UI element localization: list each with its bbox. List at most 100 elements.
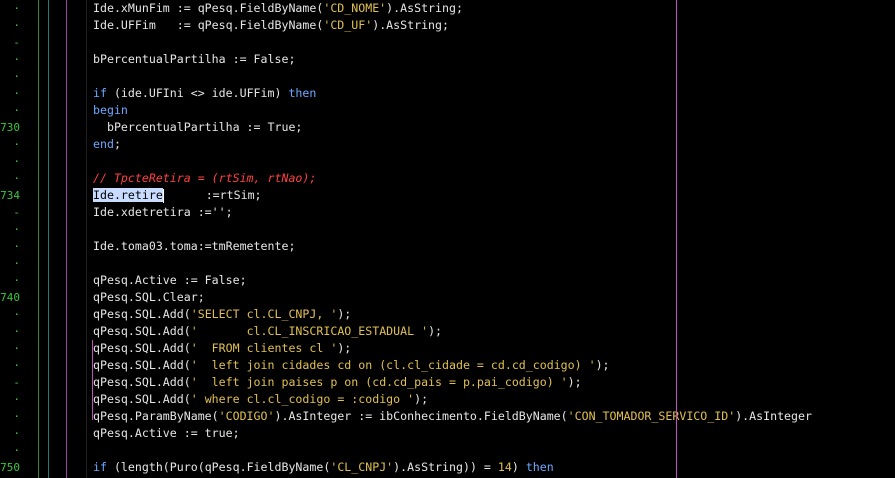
code-token: ); [337, 307, 352, 321]
code-token: qPesq.SQL.Add( [93, 307, 191, 321]
code-text: qPesq.SQL.Add(' where cl.cl_codigo = :co… [93, 391, 428, 408]
code-token: ).AsString; [386, 1, 463, 15]
code-token: 'CODIGO' [218, 409, 275, 423]
code-token: // TpcteRetira = (rtSim, rtNao); [93, 171, 317, 185]
code-token: (length(Puro(qPesq.FieldByName( [106, 460, 331, 474]
code-token: qPesq.SQL.Add( [93, 375, 191, 389]
gutter-dot: · [13, 155, 20, 168]
code-token: qPesq.Active := true; [93, 426, 240, 440]
code-text: if (ide.UFIni <> ide.UFFim) then [93, 85, 316, 102]
code-token: then [525, 460, 554, 474]
code-token: Ide.xMunFim := qPesq.FieldByName( [93, 1, 324, 15]
gutter-dot: · [13, 427, 20, 440]
line-number: 734 [0, 189, 20, 202]
code-token: 'CON_TOMADOR_SERVICO_ID' [567, 409, 736, 423]
code-text: bPercentualPartilha := True; [93, 119, 302, 136]
code-token: ); [595, 358, 610, 372]
code-text: // TpcteRetira = (rtSim, rtNao); [93, 170, 316, 187]
code-token: Ide.UFFim := qPesq.FieldByName( [93, 18, 324, 32]
gutter-dot: · [13, 257, 20, 270]
gutter-dot: · [13, 393, 20, 406]
gutter-dot: · [13, 138, 20, 151]
code-text: end; [93, 136, 121, 153]
gutter-dot: · [13, 172, 20, 185]
gutter-dot: · [13, 325, 20, 338]
code-text: qPesq.Active := False; [93, 272, 247, 289]
code-token: bPercentualPartilha := False; [93, 52, 296, 66]
code-text: Ide.xMunFim := qPesq.FieldByName('CD_NOM… [93, 0, 463, 17]
gutter-dot: · [13, 70, 20, 83]
code-text: Ide.xdetretira :=''; [93, 204, 233, 221]
line-number: 730 [0, 121, 20, 134]
code-token: then [288, 86, 317, 100]
code-token: if [93, 86, 107, 100]
code-token: (ide.UFIni <> ide.UFFim) [106, 86, 289, 100]
gutter-dot: · [13, 444, 20, 457]
code-token: bPercentualPartilha := True; [93, 120, 303, 134]
code-token: qPesq.SQL.Add( [93, 324, 191, 338]
line-number: - [13, 376, 20, 389]
code-token: 'CD_NOME' [323, 1, 387, 15]
gutter-dot: · [13, 53, 20, 66]
code-text: qPesq.SQL.Add(' left join paises p on (c… [93, 374, 582, 391]
code-token: ); [337, 341, 352, 355]
code-token: qPesq.SQL.Add( [93, 341, 191, 355]
code-token: 'CD_UF' [323, 18, 373, 32]
gutter-dot: · [13, 104, 20, 117]
code-text: qPesq.SQL.Add('SELECT cl.CL_CNPJ, '); [93, 306, 351, 323]
code-text: qPesq.SQL.Add(' cl.CL_INSCRICAO_ESTADUAL… [93, 323, 442, 340]
block-guide-left [92, 340, 93, 420]
code-token: qPesq.SQL.Clear; [93, 290, 205, 304]
gutter-dot: · [13, 2, 20, 15]
gutter-dot: · [13, 87, 20, 100]
code-token: ' cl.CL_INSCRICAO_ESTADUAL ' [190, 324, 429, 338]
code-text: qPesq.ParamByName('CODIGO').AsInteger :=… [93, 408, 812, 425]
code-token: ).AsString; [372, 18, 449, 32]
code-token: 'CL_CNPJ' [330, 460, 394, 474]
selected-text: Ide.retire [93, 188, 163, 202]
line-number: 750 [0, 461, 20, 474]
code-token: qPesq.SQL.Add( [93, 392, 191, 406]
gutter-dot: · [13, 274, 20, 287]
gutter-dot: · [13, 240, 20, 253]
line-number-gutter: · · · · · · · · · · · · · · · · · · · · · - 730 734 - 740 - 750 [0, 0, 46, 478]
code-token: 14 [497, 460, 512, 474]
code-text: begin [93, 102, 128, 119]
code-token: :=rtSim; [163, 188, 262, 202]
code-text: qPesq.SQL.Add(' FROM clientes cl '); [93, 340, 351, 357]
code-token: Ide.toma03.toma:=tmRemetente; [93, 239, 296, 253]
line-number: - [13, 36, 20, 49]
code-token: ' left join paises p on (cd.cd_pais = p.… [190, 375, 568, 389]
code-token: 'SELECT cl.CL_CNPJ, ' [190, 307, 338, 321]
code-token: ).AsInteger := ibConhecimento.FieldByNam… [274, 409, 568, 423]
code-text: qPesq.SQL.Clear; [93, 289, 205, 306]
gutter-divider-teal [48, 0, 49, 478]
gutter-dot: · [13, 359, 20, 372]
code-token: ); [428, 324, 443, 338]
code-token: ); [567, 375, 582, 389]
code-token: begin [93, 103, 128, 117]
code-token: ' FROM clientes cl ' [190, 341, 338, 355]
code-text: bPercentualPartilha := False; [93, 51, 295, 68]
gutter-dot: · [13, 308, 20, 321]
code-token: ).AsString)) = [393, 460, 498, 474]
code-token: end [93, 137, 114, 151]
code-token: if [93, 460, 107, 474]
code-text: qPesq.Active := true; [93, 425, 240, 442]
code-token: ; [113, 137, 121, 151]
code-token: ) [511, 460, 526, 474]
code-token: ' left join cidades cd on (cl.cl_cidade … [190, 358, 596, 372]
code-text: Ide.UFFim := qPesq.FieldByName('CD_UF').… [93, 17, 449, 34]
code-token: qPesq.ParamByName( [93, 409, 219, 423]
gutter-dot: · [13, 342, 20, 355]
code-token: qPesq.SQL.Add( [93, 358, 191, 372]
code-token: qPesq.Active := False; [93, 273, 247, 287]
code-text: qPesq.SQL.Add(' left join cidades cd on … [93, 357, 610, 374]
gutter-divider-green [38, 0, 39, 478]
code-token: ' where cl.cl_codigo = :codigo ' [190, 392, 415, 406]
line-number: 740 [0, 291, 20, 304]
code-text: Ide.retire :=rtSim; [93, 187, 262, 204]
code-token: ); [414, 392, 429, 406]
code-editor[interactable]: Ide.xMunFim := qPesq.FieldByName('CD_NOM… [86, 0, 895, 478]
gutter-divider-magenta [66, 0, 67, 478]
